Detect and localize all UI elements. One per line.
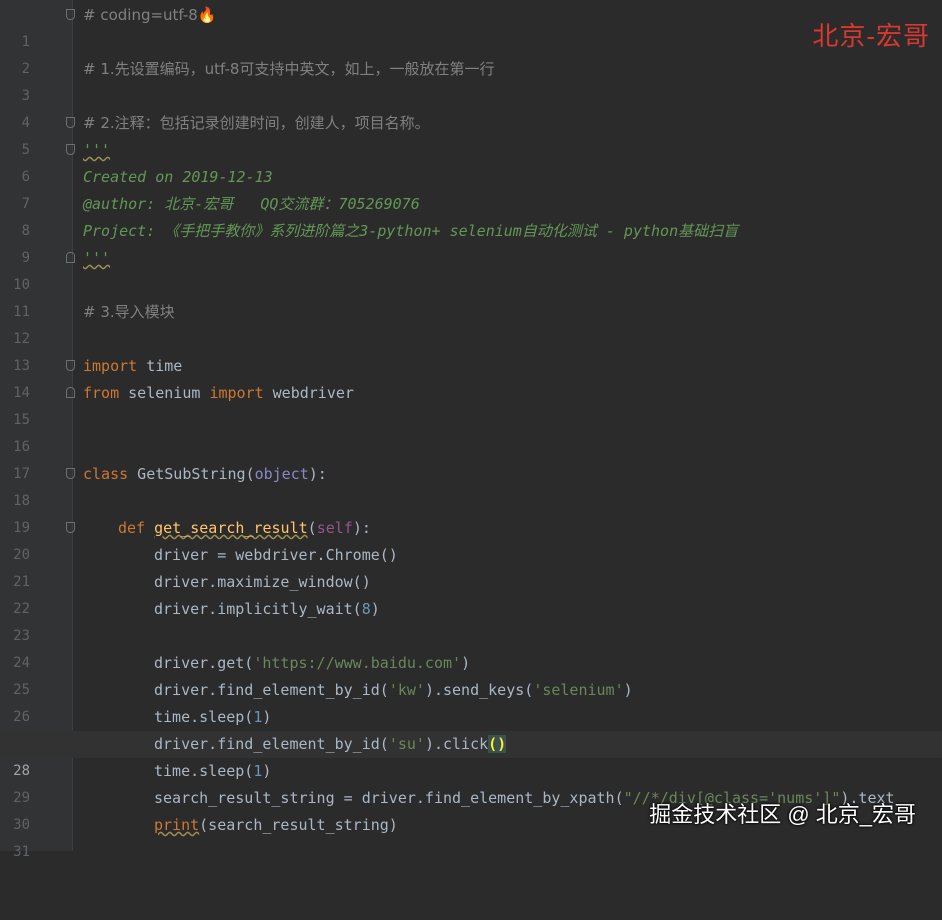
keyword-import: import — [83, 357, 138, 375]
code-statement: search_result_string = driver.find_eleme… — [154, 789, 624, 807]
code-editor[interactable]: 1 # coding=utf-8🔥 2 3 # 1.先设置编码，utf-8可支持… — [0, 0, 942, 860]
paren: ) — [461, 654, 471, 672]
code-line[interactable]: 1 # coding=utf-8🔥 — [0, 2, 942, 50]
keyword-class: class — [83, 465, 129, 483]
string-literal: 'kw' — [388, 681, 425, 699]
fold-toggle-icon[interactable] — [66, 360, 75, 371]
code-line[interactable]: 25 driver.get('https://www.baidu.com') — [0, 650, 942, 698]
string-literal: 'selenium' — [533, 681, 624, 699]
fold-toggle-icon[interactable] — [66, 117, 75, 128]
class-name: GetSubString — [128, 465, 246, 483]
code-line[interactable]: 26 driver.find_element_by_id('kw').send_… — [0, 677, 942, 725]
paren: ): — [352, 519, 371, 537]
docstring-text: @author: 北京-宏哥 QQ交流群：705269076 — [83, 195, 420, 213]
code-line[interactable]: 16 — [0, 407, 942, 455]
brand-watermark-bottom: 掘金技术社区 @ 北京_宏哥 — [649, 802, 916, 827]
code-line[interactable]: 8 @author: 北京-宏哥 QQ交流群：705269076 — [0, 191, 942, 239]
code-statement: driver = webdriver.Chrome() — [154, 546, 398, 564]
keyword-from: from — [83, 384, 120, 402]
module-name: selenium — [119, 384, 210, 402]
self-param: self — [316, 519, 353, 537]
paren: ) — [262, 708, 272, 726]
base-class: object — [254, 465, 309, 483]
paren: ) — [623, 681, 633, 699]
code-line[interactable]: 29 time.sleep(1) — [0, 758, 942, 806]
code-line[interactable]: 17 — [0, 434, 942, 482]
code-comment: # 2.注释：包括记录创建时间，创建人，项目名称。 — [83, 114, 430, 132]
code-line[interactable]: 19 — [0, 488, 942, 536]
code-comment: # 1.先设置编码，utf-8可支持中英文，如上，一般放在第一行 — [83, 60, 495, 78]
string-literal: 'https://www.baidu.com' — [253, 654, 462, 672]
code-line[interactable]: 20 def get_search_result(self): — [0, 515, 942, 563]
code-line[interactable]: 12 # 3.导入模块 — [0, 299, 942, 347]
fold-toggle-icon[interactable] — [66, 522, 75, 533]
code-line[interactable]: 6 ''' — [0, 137, 942, 185]
paren: ) — [370, 600, 380, 618]
keyword-import: import — [209, 384, 264, 402]
paren: ) — [262, 762, 272, 780]
paren: ( — [245, 465, 255, 483]
docstring-text: Project: 《手把手教你》系列进阶篇之3-python+ selenium… — [83, 222, 739, 240]
code-line[interactable]: 24 — [0, 623, 942, 671]
keyword-print: print — [154, 816, 200, 834]
code-statement: driver.get( — [154, 654, 254, 672]
number-literal: 8 — [361, 600, 371, 618]
fold-toggle-icon[interactable] — [66, 468, 75, 479]
fold-toggle-icon[interactable] — [66, 144, 75, 155]
code-line[interactable]: 9 Project: 《手把手教你》系列进阶篇之3-python+ seleni… — [0, 218, 942, 266]
current-code-line[interactable]: 28 driver.find_element_by_id('su').click… — [0, 731, 942, 779]
code-line[interactable]: 15 from selenium import webdriver — [0, 380, 942, 428]
code-line[interactable]: 5 # 2.注释：包括记录创建时间，创建人，项目名称。 — [0, 110, 942, 158]
code-statement: driver.find_element_by_id( — [154, 735, 389, 753]
code-statement: driver.find_element_by_id( — [154, 681, 389, 699]
code-statement: time.sleep( — [154, 762, 254, 780]
code-line[interactable]: 27 time.sleep(1) — [0, 704, 942, 752]
code-comment: # coding=utf-8 — [83, 6, 198, 24]
code-line[interactable]: 18 class GetSubString(object): — [0, 461, 942, 509]
matched-paren-highlight: () — [488, 735, 507, 753]
code-line[interactable]: 22 driver.maximize_window() — [0, 569, 942, 617]
paren: ( — [307, 519, 317, 537]
code-line[interactable]: 2 — [0, 29, 942, 77]
code-line[interactable]: 4 — [0, 83, 942, 131]
code-statement: time.sleep( — [154, 708, 254, 726]
function-name: get_search_result — [154, 519, 308, 537]
code-line[interactable]: 14 import time — [0, 353, 942, 401]
code-comment: # 3.导入模块 — [83, 303, 175, 321]
code-line[interactable]: 3 # 1.先设置编码，utf-8可支持中英文，如上，一般放在第一行 — [0, 56, 942, 104]
fire-icon: 🔥 — [197, 6, 217, 24]
module-name: time — [137, 357, 183, 375]
paren: ): — [308, 465, 327, 483]
line-number: 31 — [13, 844, 30, 860]
code-statement: (search_result_string) — [199, 816, 398, 834]
docstring-quote: ''' — [83, 141, 111, 159]
code-line[interactable]: 11 — [0, 272, 942, 320]
fold-toggle-icon[interactable] — [66, 387, 75, 398]
fold-toggle-icon[interactable] — [66, 9, 75, 20]
code-line[interactable]: 21 driver = webdriver.Chrome() — [0, 542, 942, 590]
docstring-text: Created on 2019-12-13 — [83, 168, 273, 186]
code-statement: ).send_keys( — [424, 681, 534, 699]
code-statement: driver.implicitly_wait( — [154, 600, 362, 618]
code-statement: driver.maximize_window() — [154, 573, 371, 591]
brand-watermark-top: 北京-宏哥 — [812, 21, 930, 51]
fold-toggle-icon[interactable] — [66, 252, 75, 263]
string-literal: 'su' — [388, 735, 425, 753]
docstring-quote: ''' — [83, 249, 111, 267]
code-line[interactable]: 7 Created on 2019-12-13 — [0, 164, 942, 212]
keyword-def: def — [118, 519, 146, 537]
code-line[interactable]: 10 ''' — [0, 245, 942, 293]
module-name: webdriver — [263, 384, 354, 402]
code-line[interactable]: 13 — [0, 326, 942, 374]
code-statement: ).click — [424, 735, 489, 753]
code-line[interactable]: 23 driver.implicitly_wait(8) — [0, 596, 942, 644]
